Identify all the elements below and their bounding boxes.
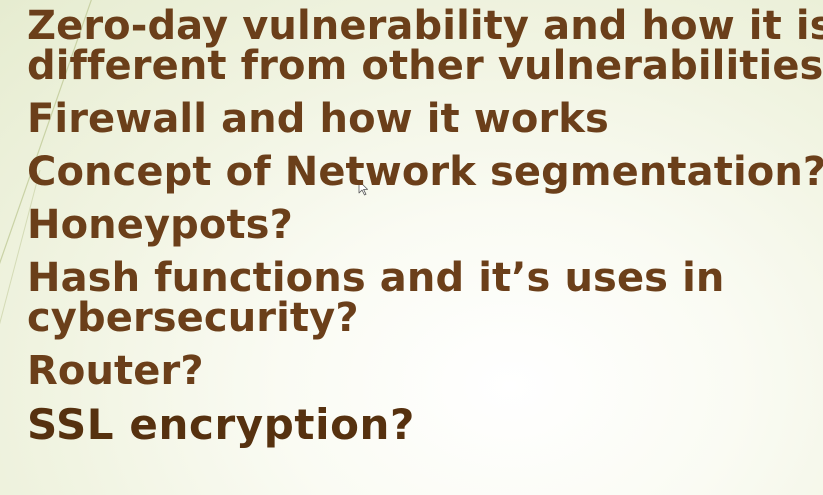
bullet-line: cybersecurity? bbox=[27, 295, 359, 341]
bullet-list: Zero-day vulnerability and how it is dif… bbox=[27, 3, 823, 459]
bullet-line: Zero-day vulnerability and how it is bbox=[27, 3, 823, 49]
bullet-line: different from other vulnerabilities bbox=[27, 43, 823, 89]
bullet-item-honeypots: Honeypots? bbox=[27, 205, 817, 245]
bullet-line: Router? bbox=[27, 348, 204, 394]
bullet-item-network-segmentation: Concept of Network segmentation? bbox=[27, 152, 823, 192]
bullet-line: Concept of Network segmentation? bbox=[27, 149, 823, 195]
bullet-item-zero-day: Zero-day vulnerability and how it is dif… bbox=[27, 3, 823, 89]
bullet-line: Hash functions and it’s uses in bbox=[27, 255, 725, 301]
bullet-item-ssl-encryption: SSL encryption? bbox=[27, 404, 817, 446]
bullet-item-hash-functions: Hash functions and it’s uses in cybersec… bbox=[27, 258, 817, 338]
bullet-item-router: Router? bbox=[27, 351, 817, 391]
bullet-line: Honeypots? bbox=[27, 202, 293, 248]
presentation-slide: Zero-day vulnerability and how it is dif… bbox=[0, 0, 823, 495]
bullet-line: SSL encryption? bbox=[27, 400, 416, 449]
bullet-line: Firewall and how it works bbox=[27, 96, 609, 142]
bullet-item-firewall: Firewall and how it works bbox=[27, 99, 817, 139]
